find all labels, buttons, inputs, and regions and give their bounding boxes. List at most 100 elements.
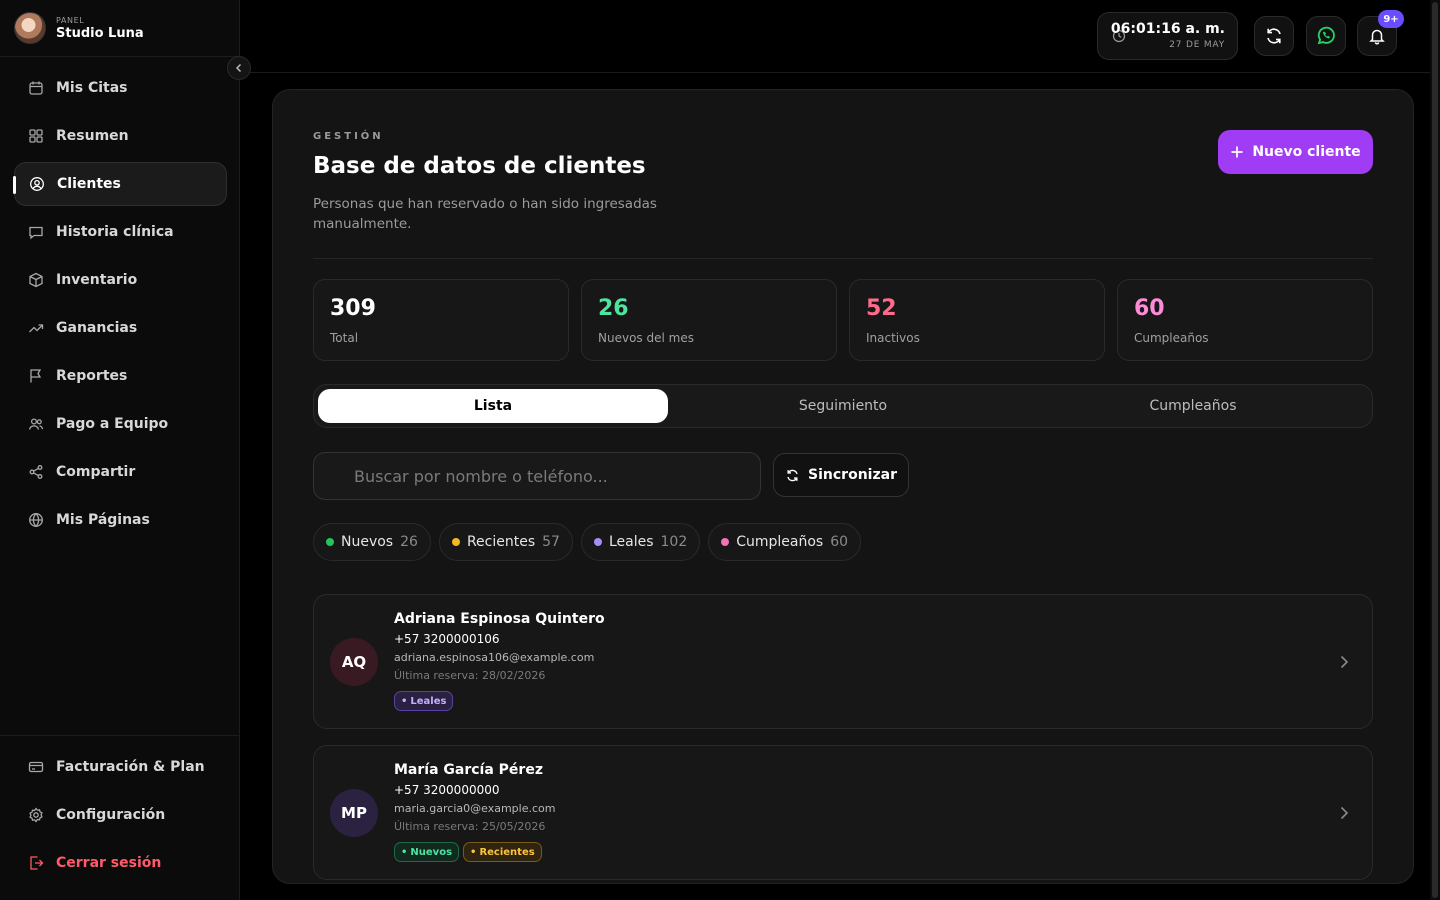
section-eyebrow: GESTIÓN [313, 131, 384, 142]
user-circle-icon [30, 177, 44, 191]
sidebar-item-label: Mis Páginas [56, 512, 150, 528]
sidebar-item-mis-paginas[interactable]: Mis Páginas [14, 498, 227, 542]
users-icon [28, 418, 44, 430]
plus-icon [1231, 146, 1243, 158]
refresh-icon [1267, 28, 1281, 44]
sidebar-item-cerrar-sesion[interactable]: Cerrar sesión [14, 841, 227, 885]
sidebar-item-label: Historia clínica [56, 224, 174, 240]
client-name: Adriana Espinosa Quintero [394, 611, 605, 627]
stat-value: 309 [330, 296, 376, 321]
grid-icon [29, 129, 43, 143]
new-client-label: Nuevo cliente [1252, 144, 1361, 160]
tab-cumpleanos[interactable]: Cumpleaños [1018, 389, 1368, 423]
chip-count: 102 [660, 534, 688, 550]
sidebar-item-clientes[interactable]: Clientes [13, 162, 227, 206]
client-phone: +57 3200000000 [394, 783, 500, 797]
brand[interactable]: PANEL Studio Luna [14, 12, 144, 44]
flag-icon [30, 369, 42, 383]
sync-button[interactable]: Sincronizar [773, 453, 909, 497]
sidebar-item-label: Mis Citas [56, 80, 128, 96]
sidebar-item-reportes[interactable]: Reportes [14, 354, 227, 398]
sidebar-item-historia-clinica[interactable]: Historia clínica [14, 210, 227, 254]
client-name: María García Pérez [394, 762, 543, 778]
chip-label: Leales [608, 534, 654, 550]
tag-label: Recientes [479, 846, 535, 858]
new-client-button[interactable]: Nuevo cliente [1218, 130, 1373, 174]
stat-value: 52 [866, 296, 897, 321]
brand-label: PANEL [56, 15, 85, 25]
tag-badge: • Leales [394, 691, 454, 711]
tag-badge: • Nuevos [394, 842, 460, 862]
calendar-icon [29, 81, 43, 95]
sidebar-item-mis-citas[interactable]: Mis Citas [14, 66, 227, 110]
stats-row: 309 Total 26 Nuevos del mes 52 Inactivos… [313, 279, 1373, 361]
sidebar-item-label: Configuración [56, 807, 166, 823]
sync-label: Sincronizar [808, 467, 897, 483]
clients-card: GESTIÓN Base de datos de clientes Person… [272, 89, 1414, 884]
refresh-button[interactable] [1254, 16, 1294, 56]
credit-card-icon [28, 761, 44, 773]
tab-lista[interactable]: Lista [318, 389, 668, 423]
client-last-booking: Última reserva: 25/05/2026 [394, 820, 546, 833]
sidebar-item-compartir[interactable]: Compartir [14, 450, 227, 494]
filter-chip-cumpleanos[interactable]: Cumpleaños 60 [708, 523, 862, 561]
brand-name: Studio Luna [56, 25, 144, 41]
notification-badge: 9+ [1378, 10, 1404, 28]
clock-time: 06:01:16 a. m. [1110, 21, 1225, 37]
notifications-button[interactable]: 9+ [1357, 10, 1404, 56]
sidebar-item-configuracion[interactable]: Configuración [14, 793, 227, 837]
sidebar: PANEL Studio Luna Mis Citas Resumen Clie… [0, 0, 240, 900]
logout-icon [30, 856, 44, 870]
share-icon [29, 465, 43, 479]
stat-label: Total [330, 331, 359, 345]
whatsapp-button[interactable] [1306, 16, 1346, 56]
page-subtitle: Personas que han reservado o han sido in… [313, 196, 657, 232]
filter-chip-leales[interactable]: Leales 102 [580, 523, 701, 561]
clock-date: 27 DE MAY [1169, 40, 1225, 50]
stat-value: 60 [1134, 296, 1165, 321]
stat-card-inactivos: 52 Inactivos [849, 279, 1105, 361]
client-row[interactable]: AQ Adriana Espinosa Quintero +57 3200000… [313, 594, 1373, 729]
chip-label: Nuevos [341, 534, 394, 550]
tab-seguimiento[interactable]: Seguimiento [668, 389, 1018, 423]
client-row[interactable]: MP María García Pérez +57 3200000000 mar… [313, 745, 1373, 880]
tag-badge: • Recientes [463, 842, 542, 862]
chip-count: 57 [542, 534, 560, 550]
search-input[interactable] [313, 452, 761, 500]
sidebar-item-facturacion[interactable]: Facturación & Plan [14, 745, 227, 789]
filter-chip-recientes[interactable]: Recientes 57 [438, 523, 573, 561]
sidebar-item-label: Resumen [56, 128, 129, 144]
refresh-icon [787, 469, 798, 481]
client-phone: +57 3200000106 [394, 632, 500, 646]
app: PANEL Studio Luna Mis Citas Resumen Clie… [0, 0, 1440, 900]
avatar: AQ [330, 638, 378, 686]
sidebar-item-label: Reportes [56, 368, 128, 384]
chevron-right-icon [1340, 655, 1349, 669]
tag-label: Leales [410, 695, 447, 707]
sidebar-item-label: Inventario [56, 272, 138, 288]
status-dot [721, 538, 730, 546]
client-tags: • Leales [394, 691, 454, 711]
whatsapp-icon [1317, 26, 1335, 45]
chip-label: Recientes [466, 534, 536, 550]
stat-card-nuevos: 26 Nuevos del mes [581, 279, 837, 361]
globe-icon [29, 512, 43, 528]
scrollbar-thumb[interactable] [1432, 2, 1438, 898]
sidebar-item-inventario[interactable]: Inventario [14, 258, 227, 302]
top-header: 06:01:16 a. m. 27 DE MAY 9+ [240, 0, 1430, 73]
header-divider [313, 258, 1373, 259]
sidebar-bottom-nav: Facturación & Plan Configuración Cerrar … [14, 745, 227, 889]
sidebar-collapse-button[interactable] [227, 56, 251, 80]
sidebar-item-resumen[interactable]: Resumen [14, 114, 227, 158]
sidebar-item-pago-equipo[interactable]: Pago a Equipo [14, 402, 227, 446]
tag-label: Nuevos [410, 846, 453, 858]
client-last-booking: Última reserva: 28/02/2026 [394, 669, 546, 682]
filter-chip-nuevos[interactable]: Nuevos 26 [313, 523, 431, 561]
sidebar-item-ganancias[interactable]: Ganancias [14, 306, 227, 350]
sidebar-item-label: Pago a Equipo [56, 416, 169, 432]
clock-widget: 06:01:16 a. m. 27 DE MAY [1097, 12, 1238, 60]
status-dot [593, 538, 602, 546]
filter-chips: Nuevos 26 Recientes 57 Leales 102 Cumple… [313, 523, 862, 561]
box-icon [29, 272, 43, 288]
sidebar-item-label: Cerrar sesión [56, 855, 162, 871]
